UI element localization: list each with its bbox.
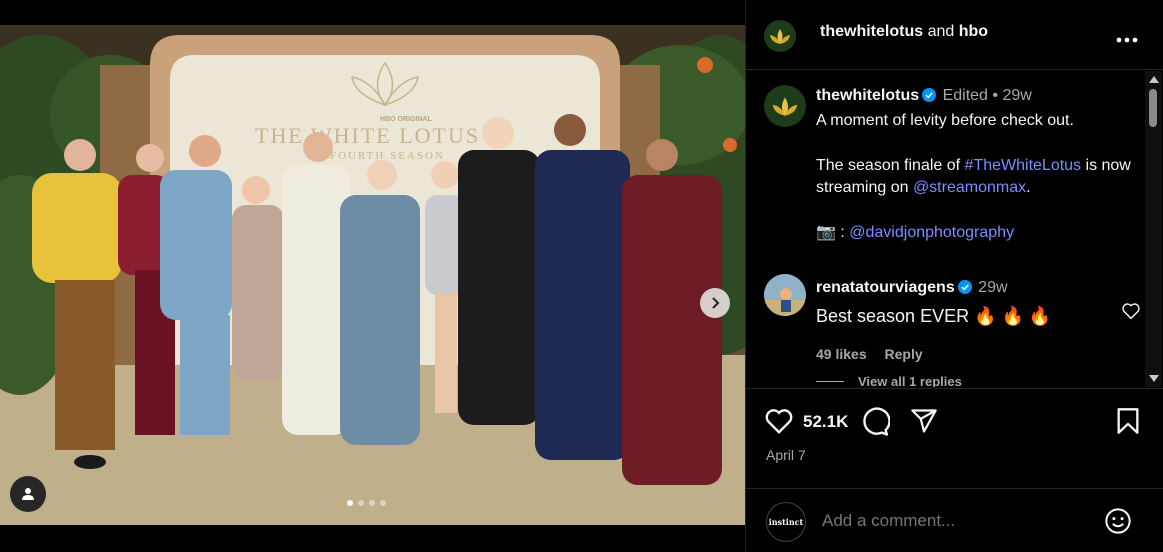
caption-line-1: A moment of levity before check out. [816, 111, 1074, 129]
verified-badge-icon [957, 278, 972, 302]
camera-emoji-text: 📷 : [816, 224, 850, 241]
add-comment-bar: instinct [746, 488, 1163, 552]
comment-likes-count[interactable]: 49 likes [816, 346, 867, 362]
backdrop-hbo-text: HBO ORIGINAL [380, 116, 432, 123]
beach-photo-icon [764, 274, 806, 316]
add-comment-input[interactable] [822, 511, 1082, 531]
share-icon [911, 409, 937, 433]
carousel-indicator [347, 500, 386, 506]
heart-icon [765, 409, 793, 434]
scroll-thumb[interactable] [1149, 89, 1157, 127]
coauthor-username[interactable]: hbo [959, 23, 988, 40]
post-actions: 52.1K April 7 [746, 388, 1163, 488]
post-details-panel: thewhitelotus and hbo thewhitelotus Edit… [745, 0, 1163, 552]
post-media-pane: HBO ORIGINAL THE WHITE LOTUS FOURTH SEAS… [0, 0, 745, 552]
scroll-up-arrow-icon[interactable] [1149, 76, 1159, 83]
comment-body: renatatourviagens 29w Best season EVER 🔥… [816, 276, 1086, 366]
current-user-avatar-text: instinct [768, 517, 804, 527]
comment-text: Best season EVER 🔥 🔥 🔥 [816, 306, 1052, 326]
caption-text: The season finale of [816, 156, 965, 174]
save-icon [1117, 408, 1139, 434]
comment-button[interactable] [860, 407, 891, 442]
caption-username[interactable]: thewhitelotus [816, 87, 919, 104]
carousel-dot [358, 500, 364, 506]
commenter-avatar[interactable] [764, 274, 806, 316]
comment-meta: 49 likes Reply [816, 342, 1086, 366]
mention-link[interactable]: @streamonmax [913, 179, 1026, 196]
carousel-next-button[interactable] [700, 288, 730, 318]
post-header: thewhitelotus and hbo [746, 0, 1163, 70]
current-user-avatar[interactable]: instinct [766, 502, 806, 542]
lotus-avatar-icon [772, 97, 798, 116]
hashtag-link[interactable]: #TheWhiteLotus [965, 157, 1082, 174]
tag-people-icon [22, 488, 34, 500]
emoji-picker-button[interactable] [1104, 507, 1132, 540]
post-photo[interactable]: HBO ORIGINAL THE WHITE LOTUS FOURTH SEAS… [0, 25, 745, 525]
comment-reply-button[interactable]: Reply [885, 346, 923, 362]
chevron-right-icon [712, 297, 720, 309]
carousel-dot [380, 500, 386, 506]
author-username[interactable]: thewhitelotus [820, 23, 923, 40]
carousel-dot [369, 500, 375, 506]
caption-text: . [1026, 179, 1031, 196]
photo-illustration: HBO ORIGINAL THE WHITE LOTUS FOURTH SEAS… [0, 25, 745, 525]
carousel-dot [347, 500, 353, 506]
save-button[interactable] [1116, 407, 1140, 440]
caption-edited-label: Edited [942, 87, 988, 104]
comments-scrollbar[interactable] [1145, 71, 1162, 387]
comment-icon [863, 407, 891, 436]
scroll-down-arrow-icon[interactable] [1149, 375, 1159, 382]
caption-body: thewhitelotus Edited • 29w A moment of l… [816, 85, 1146, 245]
more-options-icon [1116, 37, 1138, 43]
lotus-avatar-icon [770, 29, 790, 44]
post-date: April 7 [766, 447, 806, 463]
verified-badge-icon [922, 87, 937, 110]
replies-divider [816, 381, 844, 382]
caption-author-avatar[interactable] [764, 85, 806, 127]
more-options-button[interactable] [1116, 30, 1138, 48]
view-replies-button[interactable]: View all 1 replies [816, 374, 962, 387]
authors-joiner: and [927, 23, 955, 40]
share-button[interactable] [910, 407, 938, 440]
comment-like-button[interactable] [1121, 302, 1141, 325]
caption-line-3: 📷 : @davidjonphotography [816, 222, 1146, 245]
backdrop-title-text: THE WHITE LOTUS [255, 123, 480, 148]
likes-count[interactable]: 52.1K [803, 412, 848, 432]
caption-timestamp: 29w [1002, 87, 1032, 104]
backdrop-subtitle-text: FOURTH SEASON [330, 150, 445, 162]
caption-line-2: The season finale of #TheWhiteLotus is n… [816, 155, 1146, 200]
heart-icon [1122, 303, 1140, 320]
post-authors: thewhitelotus and hbo [820, 23, 988, 41]
comment-username[interactable]: renatatourviagens [816, 279, 955, 296]
photographer-mention-link[interactable]: @davidjonphotography [849, 224, 1014, 241]
author-avatar[interactable] [764, 20, 796, 52]
like-button[interactable] [764, 407, 794, 440]
emoji-icon [1105, 508, 1131, 534]
tagged-people-button[interactable] [10, 476, 46, 512]
comments-scroll-area[interactable]: thewhitelotus Edited • 29w A moment of l… [746, 71, 1163, 387]
view-replies-label: View all 1 replies [858, 374, 962, 387]
caption-separator: • [992, 87, 998, 104]
comment-timestamp: 29w [978, 279, 1008, 296]
